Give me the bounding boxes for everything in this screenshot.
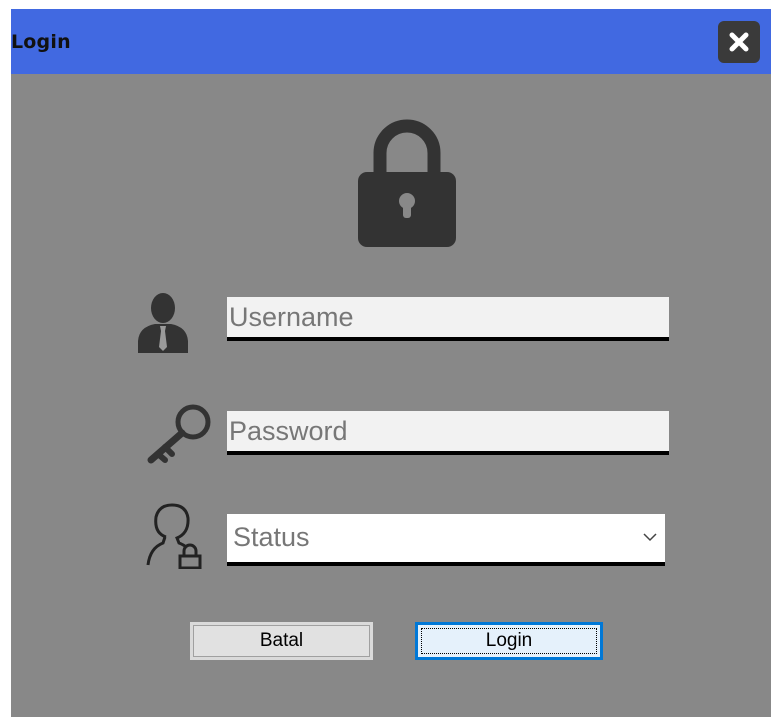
username-input[interactable] [227, 297, 669, 341]
chevron-down-icon [643, 533, 657, 542]
cancel-button[interactable]: Batal [190, 622, 373, 660]
status-select-value: Status [233, 522, 310, 552]
password-input[interactable] [227, 411, 669, 455]
key-icon [147, 404, 211, 464]
padlock-icon [358, 119, 456, 247]
title-bar: Login [11, 9, 771, 74]
user-icon [138, 293, 188, 353]
cancel-button-label: Batal [259, 630, 304, 651]
status-select[interactable]: Status [227, 514, 665, 566]
user-lock-icon [146, 503, 202, 569]
window-title: Login [11, 31, 71, 53]
focus-ring [421, 628, 597, 654]
close-x-icon [729, 32, 749, 52]
close-button[interactable] [718, 21, 760, 63]
login-window: Login Status Batal [11, 9, 771, 717]
login-button[interactable]: Login [415, 622, 603, 660]
